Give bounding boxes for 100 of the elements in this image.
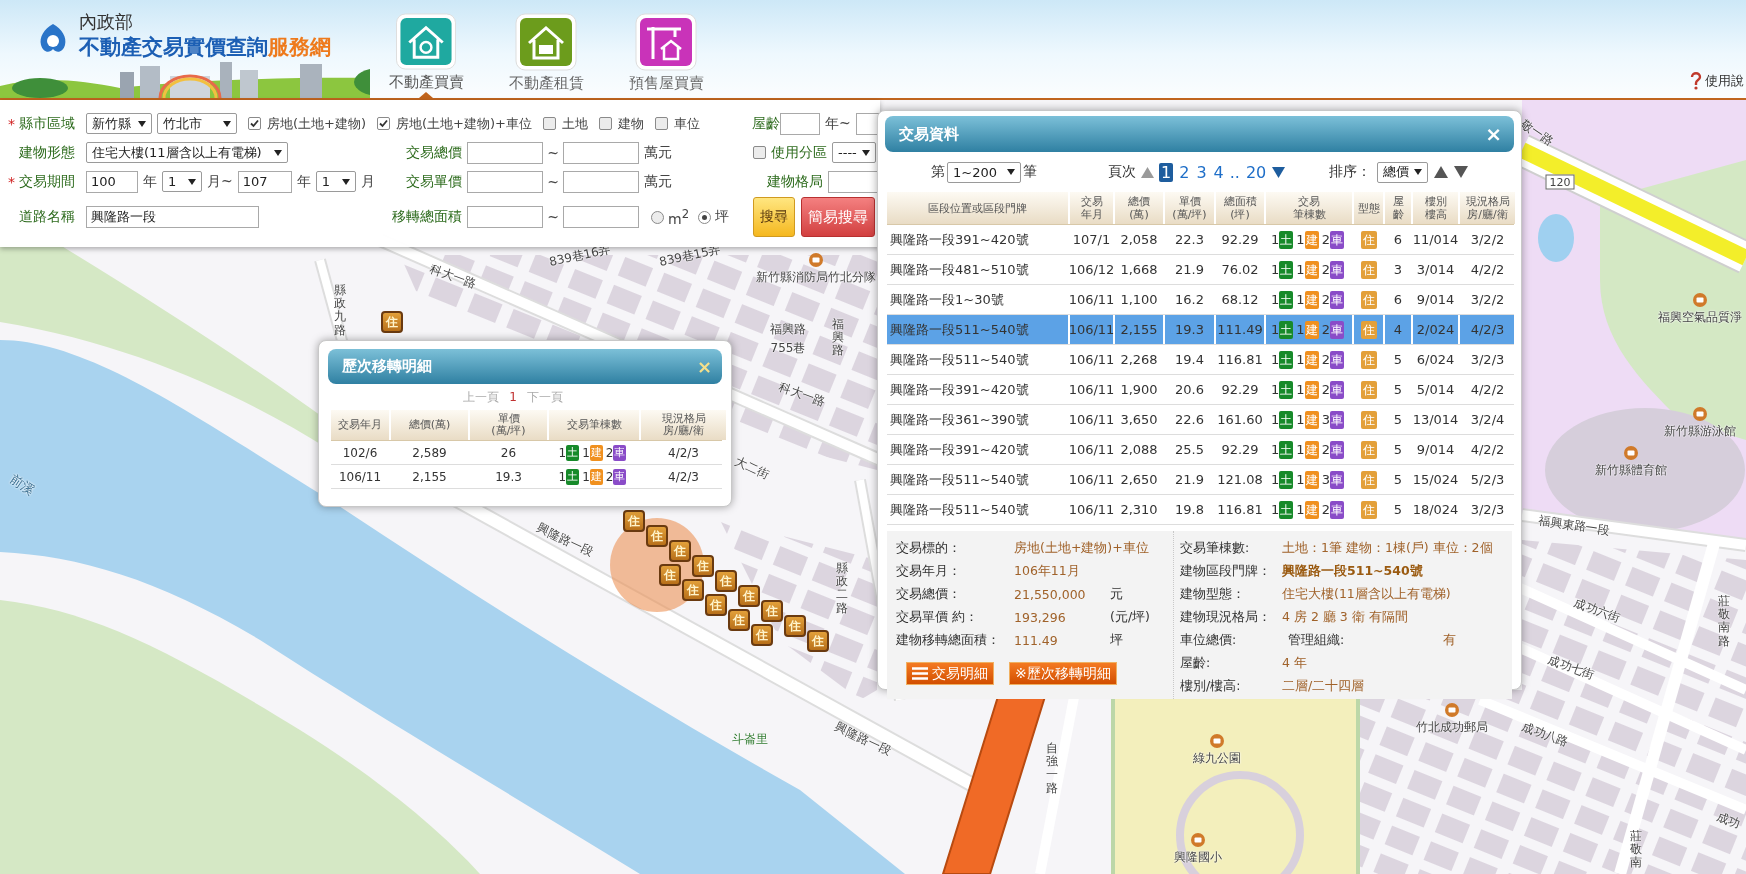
radio-button[interactable] [651, 210, 664, 224]
table-cell: 2,155 [1115, 315, 1165, 344]
map-label: 福興路 [770, 320, 806, 338]
detail-unit: 元 [1110, 586, 1123, 603]
type-tag: 住 [1360, 230, 1377, 249]
parcel-tag: 建 [589, 468, 603, 485]
parcel-tag: 土 [1279, 380, 1294, 399]
detail-label: 交易年月： [896, 563, 962, 580]
input-field[interactable] [780, 112, 820, 135]
parcel-count: 1 [1296, 232, 1305, 247]
table-row[interactable]: 興隆路一段391~420號 106/11 1,900 20.6 92.29 1土 1建 2車 住 5 5/014 4/2/2 [887, 375, 1514, 405]
table-cell: 111.49 [1216, 315, 1266, 344]
nav-tab[interactable]: 不動產買賣 [375, 0, 477, 98]
page-link[interactable]: 4 [1212, 162, 1225, 182]
input-field[interactable] [563, 206, 639, 228]
unit-label: 年 [143, 172, 157, 191]
input-field[interactable] [563, 141, 639, 164]
arrow-down-icon[interactable] [1272, 166, 1286, 178]
table-row[interactable]: 興隆路一段481~510號 106/12 1,668 21.9 76.02 1土 1建 2車 住 3 3/014 4/2/2 [887, 255, 1514, 285]
column-heading: 單價 [497, 413, 520, 425]
parcel-count: 1 [558, 469, 567, 484]
input-field[interactable] [828, 170, 880, 193]
radio-label: 坪 [715, 208, 730, 226]
page-link[interactable]: 1 [1159, 162, 1174, 182]
table-cell: 5 [1385, 405, 1413, 434]
dropdown[interactable]: 總價 [1377, 161, 1428, 183]
caret-icon [341, 178, 350, 185]
nav-tab[interactable]: 不動產租賃 [495, 0, 597, 98]
page-link[interactable]: 2 [1178, 162, 1191, 182]
table-row[interactable]: 興隆路一段391~420號 106/11 2,088 25.5 92.29 1土 1建 2車 住 5 9/014 4/2/2 [887, 435, 1514, 465]
input-field[interactable] [467, 170, 543, 193]
parcel-tag: 土 [1279, 500, 1294, 519]
column-heading: 房/廳/衛 [1467, 208, 1508, 221]
table-cell: 102/6 [331, 441, 391, 464]
table-row[interactable]: 興隆路一段511~540號 106/11 2,268 19.4 116.81 1土 1建 2車 住 5 6/024 3/2/3 [887, 345, 1514, 375]
table-row[interactable]: 興隆路一段391~420號 107/1 2,058 22.3 92.29 1土 1建 2車 住 6 11/014 3/2/2 [887, 225, 1514, 255]
caret-icon [138, 120, 146, 127]
checkbox[interactable] [753, 146, 766, 159]
input-field[interactable] [467, 141, 543, 164]
close-button[interactable]: × [1485, 122, 1502, 146]
dropdown[interactable]: 新竹縣 [86, 113, 152, 134]
table-cell: 92.29 [1216, 435, 1266, 464]
map-label: 莊敬南 [1630, 830, 1642, 870]
current-page: 1 [509, 390, 517, 404]
nav-tab[interactable]: 預售屋買賣 [615, 0, 717, 98]
table-row[interactable]: 興隆路一段511~540號 106/11 2,155 19.3 111.49 1土 1建 2車 住 4 2/024 4/2/3 [887, 315, 1514, 345]
input-field[interactable]: 100 [86, 170, 138, 193]
dropdown[interactable]: 1 [162, 171, 202, 192]
help-icon[interactable] [1690, 72, 1702, 90]
table-cell: 5 [1385, 345, 1413, 374]
table-cell: 3/014 [1413, 255, 1460, 284]
table-cell: 5 [1385, 375, 1413, 404]
type-tag: 住 [1360, 290, 1377, 309]
table-row[interactable]: 興隆路一段511~540號 106/11 2,650 21.9 121.08 1土 1建 3車 住 5 15/024 5/2/3 [887, 465, 1514, 495]
arrow-up-icon[interactable] [1434, 166, 1448, 178]
map-label: 120 [1545, 174, 1575, 190]
checkbox[interactable] [655, 117, 668, 130]
detail-label: 建物現況格局： [1180, 609, 1272, 626]
page-link[interactable]: 20 [1244, 162, 1268, 182]
dropdown[interactable]: 住宅大樓(11層含以上有電梯) [86, 142, 288, 163]
input-field[interactable]: 興隆路一段 [86, 206, 259, 228]
checkbox[interactable] [599, 117, 612, 130]
help-link[interactable]: 使用說 [1705, 72, 1744, 90]
map-label: 敬一路 [1517, 115, 1557, 151]
checkbox-label: 房地(土地+建物)+車位 [396, 114, 532, 133]
arrow-down-icon[interactable] [1454, 166, 1468, 178]
table-row[interactable]: 興隆路一段511~540號 106/11 2,310 19.8 116.81 1土 1建 2車 住 5 18/024 3/2/3 [887, 495, 1514, 525]
crane-house-icon [635, 13, 697, 71]
table-cell: 4 [1385, 315, 1413, 344]
search-button[interactable]: 搜尋 [753, 197, 795, 237]
organization-name: 內政部 [79, 11, 134, 33]
dropdown[interactable]: 1~200 [947, 161, 1021, 183]
table-cell: 1,668 [1115, 255, 1165, 284]
history-button[interactable]: ※歷次移轉明細 [1009, 662, 1117, 685]
checkbox[interactable] [377, 117, 391, 130]
page-link[interactable]: 3 [1195, 162, 1208, 182]
table-cell: 19.4 [1165, 345, 1216, 374]
input-field[interactable] [563, 170, 639, 193]
input-field[interactable]: 107 [237, 170, 292, 193]
parcel-count: 1 [1296, 502, 1305, 517]
checkbox-label: 建物 [618, 114, 644, 133]
parcel-tag: 建 [1304, 410, 1319, 429]
details-button[interactable]: 交易明細 [906, 662, 994, 685]
detail-value: 二層/二十四層 [1282, 678, 1365, 695]
table-cell: 106/11 [1070, 495, 1115, 524]
checkbox[interactable] [543, 117, 556, 130]
column-heading: 總面積 [1223, 195, 1257, 208]
simple-search-button[interactable]: 簡易搜尋 [801, 197, 875, 237]
input-field[interactable] [467, 206, 543, 228]
required-mark: * [8, 173, 16, 190]
dropdown[interactable]: 竹北市 [157, 113, 237, 134]
dropdown[interactable]: ---- [832, 142, 876, 163]
parcel-count: 2 [1321, 292, 1330, 307]
table-row[interactable]: 興隆路一段361~390號 106/11 3,650 22.6 161.60 1土 1建 3車 住 5 13/014 3/2/4 [887, 405, 1514, 435]
radio-button[interactable] [698, 210, 712, 224]
parcel-tag: 土 [566, 444, 580, 461]
dropdown[interactable]: 1 [315, 171, 356, 192]
checkbox[interactable] [248, 117, 261, 130]
parcel-count: 1 [1296, 472, 1305, 487]
table-cell: 92.29 [1216, 375, 1266, 404]
